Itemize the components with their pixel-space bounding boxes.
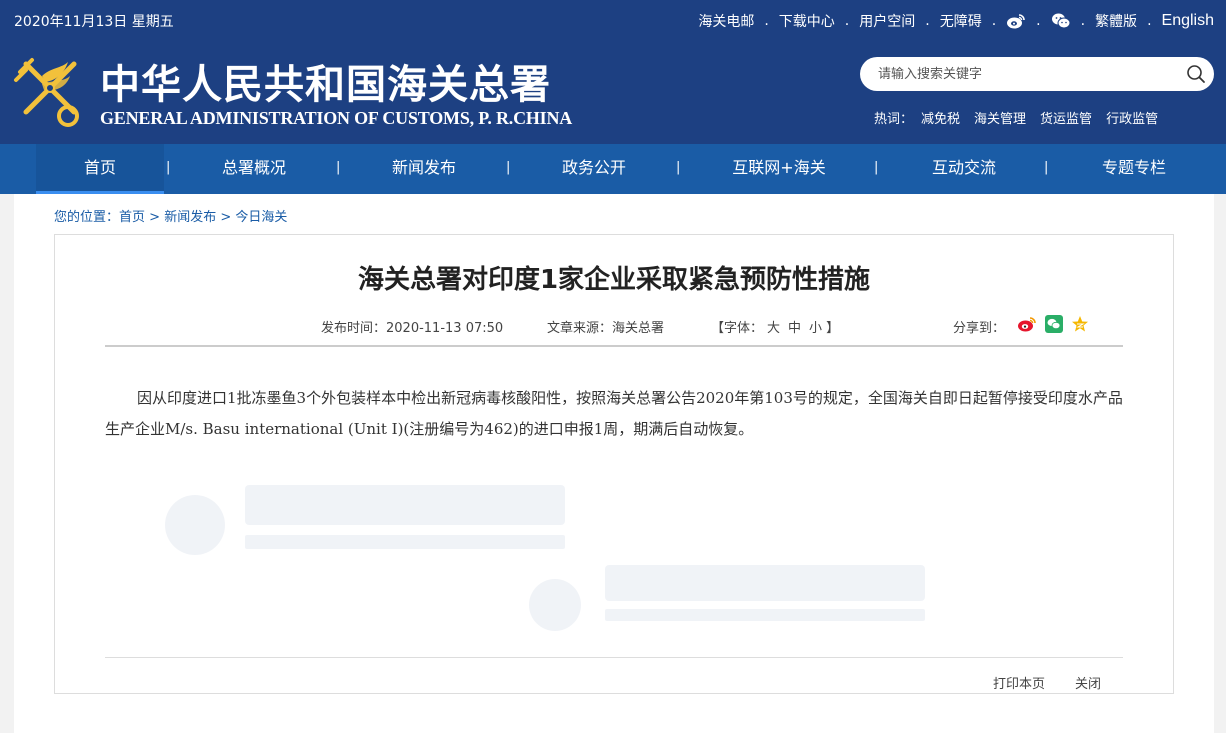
wechat-icon[interactable] <box>1051 11 1071 31</box>
font-size-large[interactable]: 大 <box>767 321 780 336</box>
weibo-icon[interactable] <box>1006 11 1026 31</box>
top-link-download[interactable]: 下载中心 <box>779 11 835 31</box>
search-box <box>860 57 1214 91</box>
nav-item-special-topics[interactable]: 专题专栏 <box>1074 144 1194 194</box>
nav-item-interaction[interactable]: 互动交流 <box>904 144 1024 194</box>
font-size-medium[interactable]: 中 <box>788 321 801 336</box>
article-title: 海关总署对印度1家企业采取紧急预防性措施 <box>357 265 871 295</box>
customs-emblem-logo[interactable] <box>12 54 88 130</box>
search-input[interactable] <box>878 65 1178 83</box>
main-content: 您的位置：首页 > 新闻发布 > 今日海关 海关总署对印度1家企业采取紧急预防性… <box>14 194 1214 733</box>
hot-word-link[interactable]: 行政监管 <box>1106 108 1158 127</box>
wechat-share-icon[interactable] <box>1045 315 1063 337</box>
article-body: 因从印度进口1批冻墨鱼3个外包装样本中检出新冠病毒核酸阳性，按照海关总署公告20… <box>105 389 1123 438</box>
site-header: 2020年11月13日 星期五 海关电邮 . 下载中心 . 用户空间 . 无障碍… <box>0 0 1226 144</box>
font-size-small[interactable]: 小 <box>809 321 822 336</box>
lang-traditional-link[interactable]: 繁體版 <box>1095 11 1137 31</box>
hot-word-link[interactable]: 货运监管 <box>1040 108 1092 127</box>
top-link-accessibility[interactable]: 无障碍 <box>940 11 982 31</box>
breadcrumb-prefix: 您的位置： <box>54 210 120 225</box>
publish-time: 发布时间：2020-11-13 07:50 <box>321 321 504 336</box>
hot-word-link[interactable]: 减免税 <box>921 108 960 127</box>
hot-words-label: 热词： <box>874 112 914 127</box>
weibo-share-icon[interactable] <box>1017 315 1037 337</box>
font-size-controls: 【字体：大中小】 <box>711 321 840 336</box>
logo-title-en: GENERAL ADMINISTRATION OF CUSTOMS, P. R.… <box>100 108 573 128</box>
logo-title-cn: 中华人民共和国海关总署 <box>100 61 551 108</box>
breadcrumb-today[interactable]: 今日海关 <box>235 210 287 225</box>
search-icon[interactable] <box>1186 64 1206 84</box>
nav-item-home[interactable]: 首页 <box>36 144 164 194</box>
hot-words: 热词： 减免税 海关管理 货运监管 行政监管 <box>874 108 1158 127</box>
breadcrumb-home[interactable]: 首页 <box>119 210 145 225</box>
breadcrumb-news[interactable]: 新闻发布 <box>164 210 216 225</box>
print-page-link[interactable]: 打印本页 <box>993 673 1045 692</box>
top-links: 海关电邮 . 下载中心 . 用户空间 . 无障碍 . . . 繁體版 . Eng… <box>698 11 1214 31</box>
current-date: 2020年11月13日 星期五 <box>14 14 174 30</box>
main-nav: 首页 | 总署概况 | 新闻发布 | 政务公开 | 互联网+海关 | 互动交流 … <box>0 144 1226 194</box>
nav-item-internet-customs[interactable]: 互联网+海关 <box>714 144 844 194</box>
qzone-share-icon[interactable] <box>1071 315 1089 337</box>
hot-word-link[interactable]: 海关管理 <box>974 108 1026 127</box>
article-footer-links: 打印本页 关闭 <box>993 673 1101 692</box>
share-label: 分享到： <box>953 321 1006 336</box>
lang-english-link[interactable]: English <box>1162 12 1214 30</box>
nav-item-overview[interactable]: 总署概况 <box>194 144 314 194</box>
article-source: 文章来源：海关总署 <box>547 321 665 336</box>
share-icons <box>1017 315 1089 337</box>
breadcrumb: 您的位置：首页 > 新闻发布 > 今日海关 <box>54 210 288 225</box>
close-link[interactable]: 关闭 <box>1075 673 1101 692</box>
divider <box>105 345 1123 347</box>
top-link-user-space[interactable]: 用户空间 <box>859 11 915 31</box>
nav-item-news[interactable]: 新闻发布 <box>364 144 484 194</box>
top-link-email[interactable]: 海关电邮 <box>698 11 754 31</box>
article-panel: 海关总署对印度1家企业采取紧急预防性措施 发布时间：2020-11-13 07:… <box>54 234 1174 694</box>
nav-item-gov-affairs[interactable]: 政务公开 <box>534 144 654 194</box>
divider <box>105 657 1123 658</box>
